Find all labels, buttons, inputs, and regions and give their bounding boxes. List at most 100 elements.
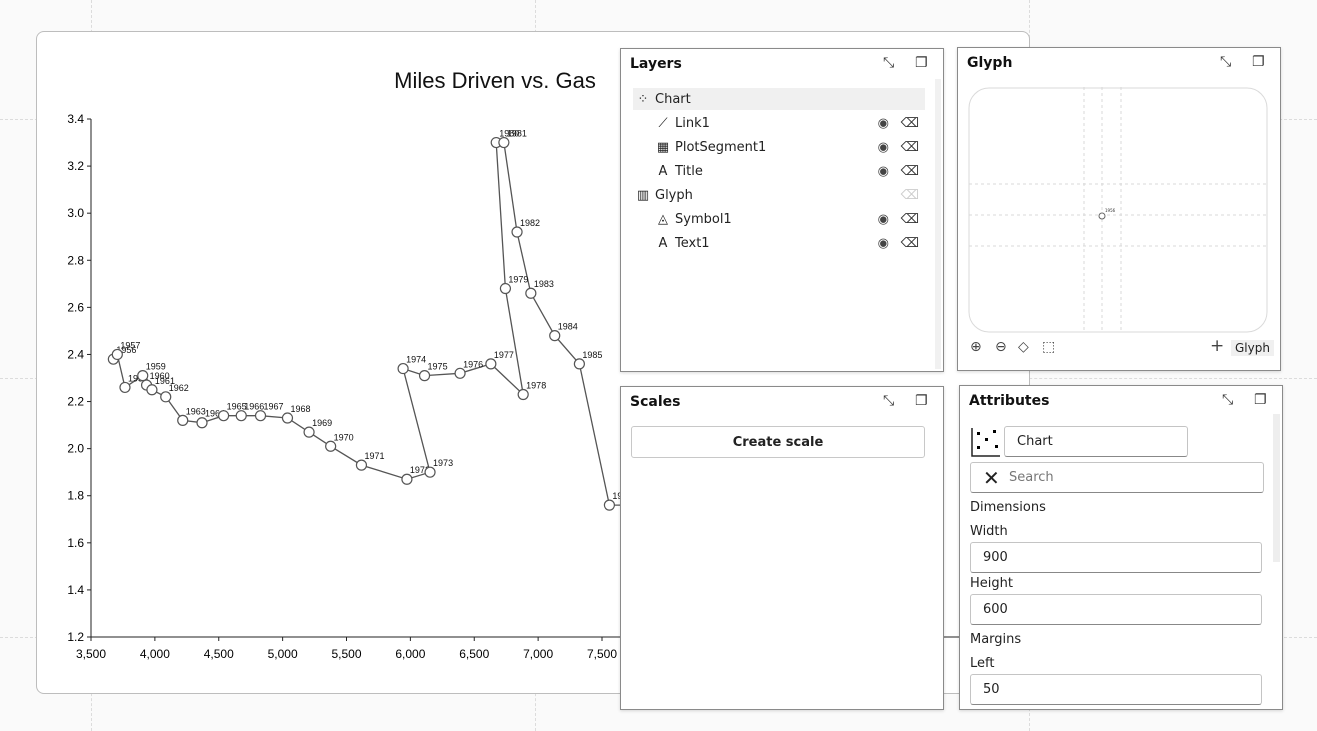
zoom-in-icon[interactable]: ⊕ bbox=[970, 339, 982, 355]
point-1963[interactable] bbox=[177, 414, 189, 426]
visibility-eye-icon[interactable]: ◉ bbox=[878, 116, 889, 131]
scrollbar[interactable] bbox=[1273, 414, 1280, 562]
layer-item-symbol1[interactable]: ◬ Symbol1 ◉ ⌫ bbox=[633, 208, 925, 230]
visibility-eye-icon[interactable]: ◉ bbox=[878, 212, 889, 227]
point-1962[interactable] bbox=[160, 391, 172, 403]
point-1983[interactable] bbox=[525, 287, 537, 299]
glyph-symbol[interactable] bbox=[1098, 212, 1106, 220]
y-tick-label: 3.4 bbox=[67, 112, 84, 126]
detach-icon[interactable]: ❐ bbox=[915, 55, 928, 71]
x-tick-label: 5,000 bbox=[268, 647, 298, 661]
point-1976[interactable] bbox=[454, 367, 466, 379]
eraser-icon[interactable]: ⌫ bbox=[901, 116, 919, 131]
chart-title[interactable]: Miles Driven vs. Gas bbox=[394, 68, 596, 93]
y-tick-label: 2.6 bbox=[67, 300, 84, 314]
point-1977[interactable] bbox=[485, 358, 497, 370]
point-1986[interactable] bbox=[603, 499, 616, 511]
point-1966[interactable] bbox=[235, 410, 247, 422]
eraser-icon[interactable]: ⌫ bbox=[901, 164, 919, 179]
search-placeholder: Search bbox=[1009, 470, 1054, 485]
point-1985[interactable] bbox=[573, 358, 585, 370]
point-1965[interactable] bbox=[218, 410, 230, 422]
point-1978[interactable] bbox=[517, 388, 529, 401]
zoom-rect-icon[interactable]: ⬚ bbox=[1042, 339, 1055, 355]
detach-icon[interactable]: ❐ bbox=[1254, 392, 1267, 408]
glyph-icon: ▥ bbox=[636, 187, 650, 203]
point-label: 1974 bbox=[406, 355, 426, 365]
height-input[interactable]: 600 bbox=[970, 594, 1262, 625]
point-label: 1968 bbox=[290, 404, 310, 414]
minimize-icon[interactable]: ⤡ bbox=[883, 55, 894, 71]
visibility-eye-icon[interactable]: ◉ bbox=[878, 236, 889, 251]
scales-title: Scales bbox=[630, 394, 681, 410]
point-1959[interactable] bbox=[137, 370, 149, 382]
minimize-icon[interactable]: ⤡ bbox=[1220, 54, 1231, 70]
x-tick-label: 6,500 bbox=[459, 647, 489, 661]
point-1957[interactable] bbox=[111, 348, 123, 361]
eraser-icon[interactable]: ⌫ bbox=[901, 140, 919, 155]
point-label: 1970 bbox=[334, 432, 354, 442]
layer-item-title[interactable]: A Title ◉ ⌫ bbox=[633, 160, 925, 182]
point-1961[interactable] bbox=[146, 384, 158, 396]
layer-label: Symbol1 bbox=[675, 211, 732, 227]
eraser-icon[interactable]: ⌫ bbox=[901, 188, 919, 203]
width-label: Width bbox=[970, 524, 1008, 539]
x-tick-label: 6,000 bbox=[395, 647, 425, 661]
width-input[interactable]: 900 bbox=[970, 542, 1262, 573]
minimize-icon[interactable]: ⤡ bbox=[883, 393, 894, 409]
layer-label: PlotSegment1 bbox=[675, 139, 767, 155]
point-1982[interactable] bbox=[511, 226, 523, 238]
layer-item-plotsegment1[interactable]: ▦ PlotSegment1 ◉ ⌫ bbox=[633, 136, 925, 158]
y-tick-label: 3.0 bbox=[67, 206, 84, 220]
point-1970[interactable] bbox=[325, 440, 337, 452]
point-1958[interactable] bbox=[119, 381, 131, 394]
layer-item-link1[interactable]: ⟋ Link1 ◉ ⌫ bbox=[633, 112, 925, 134]
fit-icon[interactable]: ◇ bbox=[1018, 339, 1029, 355]
glyph-text[interactable]: 1956 bbox=[1105, 208, 1116, 213]
glyph-editor-canvas[interactable]: 1956 bbox=[968, 87, 1268, 333]
y-tick-label: 2.2 bbox=[67, 395, 84, 409]
point-1979[interactable] bbox=[499, 282, 512, 295]
visibility-eye-icon[interactable]: ◉ bbox=[878, 164, 889, 179]
detach-icon[interactable]: ❐ bbox=[1252, 54, 1265, 70]
eraser-icon[interactable]: ⌫ bbox=[901, 236, 919, 251]
point-1984[interactable] bbox=[549, 330, 561, 342]
point-1967[interactable] bbox=[254, 410, 267, 422]
point-1975[interactable] bbox=[418, 370, 431, 382]
point-1972[interactable] bbox=[401, 473, 413, 485]
layer-item-text1[interactable]: A Text1 ◉ ⌫ bbox=[633, 232, 925, 254]
detach-icon[interactable]: ❐ bbox=[915, 393, 928, 409]
layer-item-chart[interactable]: ⁘ Chart bbox=[633, 88, 925, 110]
left-margin-input[interactable]: 50 bbox=[970, 674, 1262, 705]
search-input[interactable]: ✕ Search bbox=[970, 462, 1264, 493]
minimize-icon[interactable]: ⤡ bbox=[1222, 392, 1233, 408]
y-tick-label: 1.4 bbox=[67, 583, 84, 597]
point-1968[interactable] bbox=[281, 412, 294, 424]
scrollbar[interactable] bbox=[935, 79, 941, 369]
point-1969[interactable] bbox=[303, 426, 315, 438]
create-scale-button[interactable]: Create scale bbox=[631, 426, 925, 458]
y-tick-label: 1.2 bbox=[67, 630, 84, 644]
glyph-tab[interactable]: Glyph bbox=[1231, 340, 1274, 356]
x-tick-label: 7,000 bbox=[523, 647, 553, 661]
grid-icon: ▦ bbox=[656, 139, 670, 155]
link-icon: ⟋ bbox=[658, 115, 668, 131]
point-label: 1977 bbox=[494, 350, 514, 360]
zoom-out-icon[interactable]: ⊖ bbox=[995, 339, 1007, 355]
text-icon: A bbox=[658, 163, 668, 179]
point-label: 1981 bbox=[507, 129, 527, 139]
add-glyph-icon[interactable]: + bbox=[1210, 336, 1224, 356]
scales-panel: Scales ⤡ ❐ Create scale bbox=[620, 386, 944, 710]
point-1964[interactable] bbox=[196, 417, 208, 429]
point-1971[interactable] bbox=[355, 459, 368, 471]
eraser-icon[interactable]: ⌫ bbox=[901, 212, 919, 227]
visibility-eye-icon[interactable]: ◉ bbox=[878, 140, 889, 155]
point-1981[interactable] bbox=[498, 136, 510, 149]
x-tick-label: 5,500 bbox=[331, 647, 361, 661]
object-name-input[interactable]: Chart bbox=[1004, 426, 1188, 457]
clear-search-icon[interactable]: ✕ bbox=[983, 466, 1000, 490]
layer-item-glyph[interactable]: ▥ Glyph ⌫ bbox=[633, 184, 925, 206]
layer-label: Title bbox=[675, 163, 703, 179]
point-1973[interactable] bbox=[424, 466, 436, 478]
point-1974[interactable] bbox=[397, 362, 409, 375]
